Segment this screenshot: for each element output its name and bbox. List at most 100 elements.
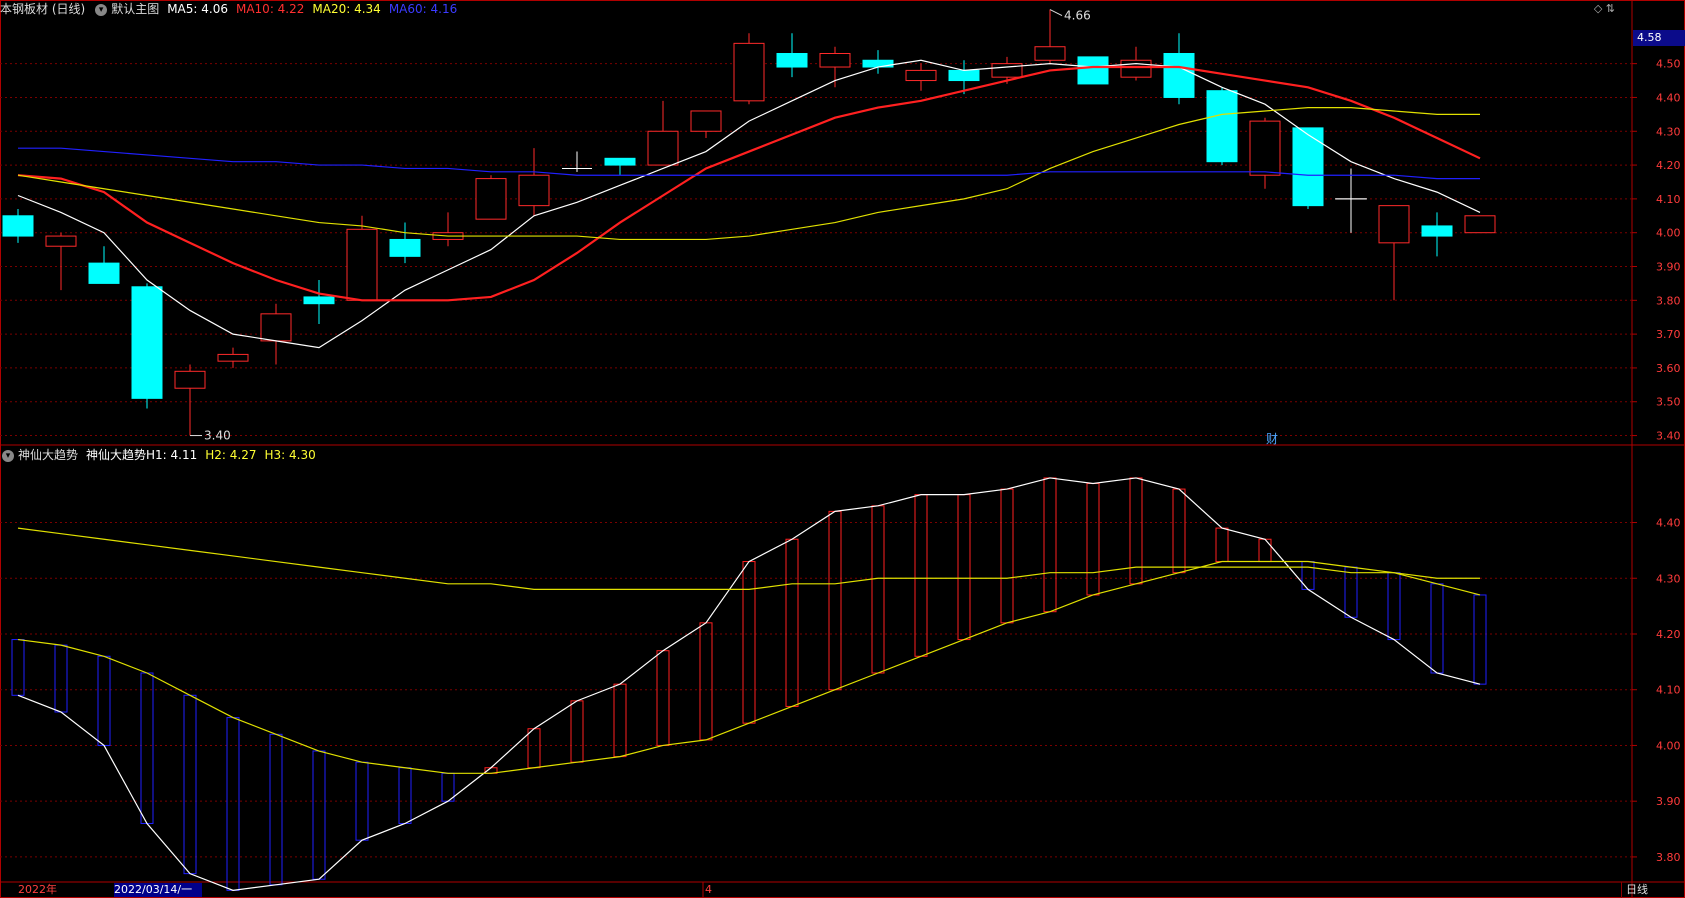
candle-body-down: [131, 286, 163, 399]
trend-bar: [1043, 477, 1057, 613]
current-price-badge: 4.58: [1633, 30, 1685, 46]
ind-tick-label: 4.10: [1656, 684, 1681, 697]
candle-body-up: [690, 110, 722, 132]
candle-body-down: [88, 262, 120, 284]
candle-body-down: [604, 157, 636, 166]
candle-body-up: [905, 69, 937, 82]
toolbar-icons[interactable]: ◇ ⇅: [1594, 2, 1615, 15]
trend-bar: [914, 494, 928, 657]
indicator-gear-icon[interactable]: ▾: [2, 449, 14, 462]
trend-bar: [871, 505, 885, 674]
trend-bar: [957, 494, 971, 641]
trend-bar: [1258, 538, 1272, 563]
candle-body-up: [1120, 59, 1152, 78]
candle-body-up: [518, 174, 550, 207]
main-chart-header: 本钢板材 (日线) ▾ 默认主图 MA5: 4.06 MA10: 4.22 MA20: 4…: [0, 0, 465, 18]
trend-bar: [97, 655, 111, 746]
main-tick-label: 3.40: [1656, 430, 1681, 443]
candle-body-down: [862, 59, 894, 68]
candle-body-down: [1163, 53, 1195, 98]
ind-tick-label: 3.80: [1656, 851, 1681, 864]
candle-body-down: [2, 215, 34, 237]
main-tick-label: 3.60: [1656, 362, 1681, 375]
cursor-date-label: 2022/03/14/一: [114, 883, 202, 897]
candle-body-down: [1421, 225, 1453, 237]
trend-bar: [183, 694, 197, 875]
candle-body-up: [1378, 205, 1410, 244]
indicator-name: 神仙大趋势: [18, 448, 79, 462]
main-tick-label: 4.10: [1656, 193, 1681, 206]
ind-tick-label: 4.00: [1656, 739, 1681, 752]
trend-bar: [527, 728, 541, 769]
trend-bar: [828, 510, 842, 691]
trend-bar: [226, 717, 240, 891]
trend-bar: [1172, 488, 1186, 574]
stock-title: 本钢板材 (日线): [0, 2, 86, 16]
ind-tick-label: 3.90: [1656, 795, 1681, 808]
candle-body-up: [647, 130, 679, 166]
candle-body-up: [819, 53, 851, 68]
main-tick-label: 3.90: [1656, 261, 1681, 274]
h2-line: [17, 560, 1481, 774]
high-pointer: [1049, 9, 1063, 16]
main-tick-label: 4.40: [1656, 91, 1681, 104]
candle-body-up: [1249, 120, 1281, 176]
ma10-value: MA10: 4.22: [235, 2, 305, 16]
trend-bar: [1430, 583, 1444, 674]
trend-bar: [742, 561, 756, 724]
candle-body-up: [475, 178, 507, 220]
indicator-header: ▾ 神仙大趋势 神仙大趋势H1: 4.11 H2: 4.27 H3: 4.30: [0, 446, 324, 464]
trend-bar: [398, 767, 412, 824]
trend-bar: [312, 750, 326, 880]
ind-tick-label: 4.40: [1656, 517, 1681, 530]
ma60-value: MA60: 4.16: [388, 2, 458, 16]
trend-bar: [699, 622, 713, 741]
main-tick-label: 4.30: [1656, 125, 1681, 138]
trend-bar: [1387, 572, 1401, 641]
h3-line: [17, 527, 1480, 591]
candle-body-down: [948, 69, 980, 82]
candle-body-down: [1292, 127, 1324, 207]
trend-bar: [269, 733, 283, 886]
year-label: 2022年: [18, 883, 57, 896]
candle-body-up: [45, 235, 77, 247]
chart-name: 默认主图: [111, 2, 160, 16]
candle-body-up: [260, 313, 292, 342]
trend-bar: [1344, 566, 1358, 618]
h2-value: H2: 4.27: [205, 448, 257, 462]
candle-body-up: [733, 42, 765, 102]
main-tick-label: 4.20: [1656, 159, 1681, 172]
month-label: 4: [705, 883, 712, 896]
trend-bar: [1215, 527, 1229, 563]
candle-body-up: [346, 228, 378, 301]
ind-tick-label: 4.30: [1656, 572, 1681, 585]
h1-line: [17, 477, 1481, 891]
high-label: 4.66: [1064, 9, 1091, 23]
candle-body-down: [1077, 56, 1109, 85]
main-tick-label: 4.00: [1656, 227, 1681, 240]
main-tick-label: 3.80: [1656, 294, 1681, 307]
trend-bar: [570, 700, 584, 763]
ma5-value: MA5: 4.06: [167, 2, 228, 16]
trend-bar: [11, 639, 25, 696]
candle-body-down: [1206, 90, 1238, 163]
h1-value: 神仙大趋势H1: 4.11: [86, 448, 198, 462]
candle-body-up: [1464, 215, 1496, 234]
trend-bar: [441, 772, 455, 802]
low-label: 3.40: [204, 429, 231, 443]
candle-body-up: [217, 353, 249, 362]
trend-bar: [785, 538, 799, 707]
period-label[interactable]: 日线: [1621, 882, 1685, 898]
trend-bar: [656, 650, 670, 746]
settings-gear-icon[interactable]: ▾: [95, 3, 108, 16]
candle-body-down: [389, 238, 421, 257]
ma20-value: MA20: 4.34: [312, 2, 381, 16]
trend-bar: [1086, 483, 1100, 596]
ind-tick-label: 4.20: [1656, 628, 1681, 641]
candle-body-down: [303, 296, 335, 305]
main-tick-label: 4.50: [1656, 58, 1681, 71]
trend-bar: [1000, 488, 1014, 624]
trend-bar: [54, 644, 68, 713]
main-tick-label: 3.70: [1656, 328, 1681, 341]
h3-value: H3: 4.30: [264, 448, 316, 462]
